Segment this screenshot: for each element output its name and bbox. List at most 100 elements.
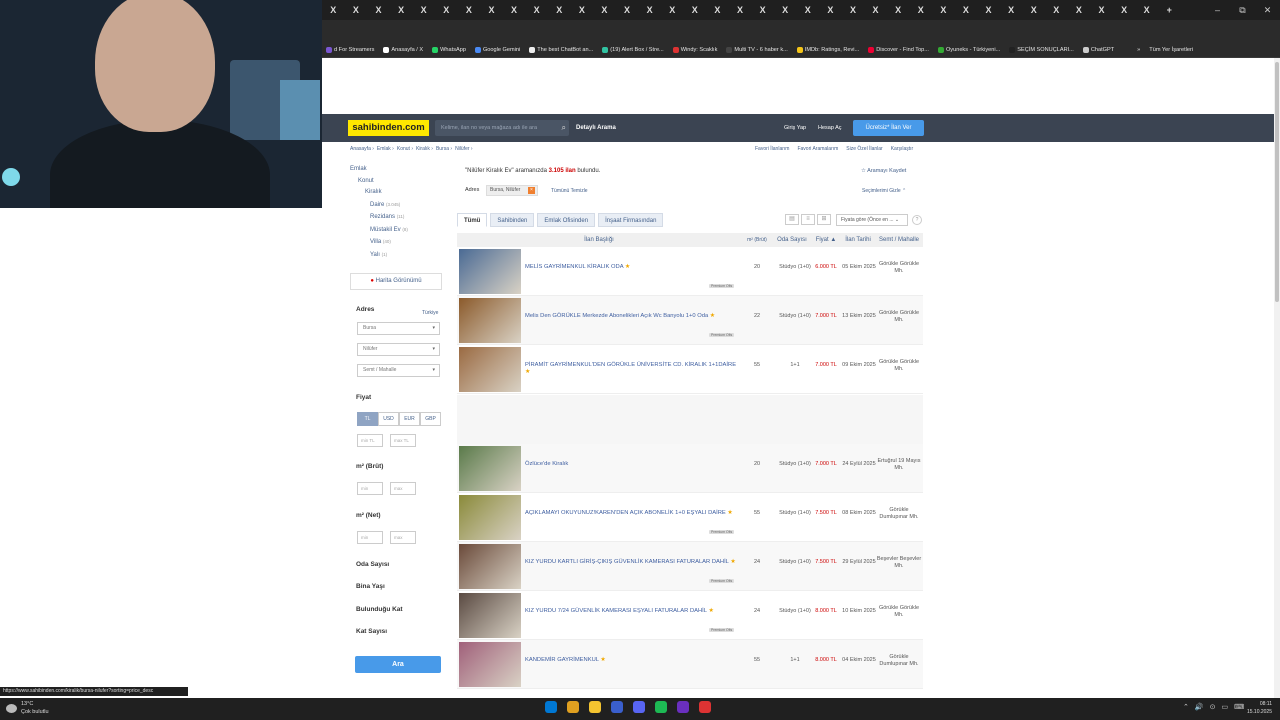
- weather-widget[interactable]: 13°C Çok bulutlu: [6, 700, 49, 716]
- listing-thumbnail[interactable]: [459, 593, 521, 638]
- list-view-icon[interactable]: ▤: [785, 214, 799, 225]
- listing-row[interactable]: Özlüce'de Kiralık 20 Stüdyo (1+0) 7.000 TL 2…: [457, 444, 923, 493]
- browser-tab-close-icon[interactable]: X: [412, 5, 435, 15]
- detailed-search-link[interactable]: Detaylı Arama: [576, 120, 616, 136]
- gross-area-max-input[interactable]: max: [390, 482, 416, 495]
- browser-tab-close-icon[interactable]: X: [1022, 5, 1045, 15]
- browser-tab-close-icon[interactable]: X: [571, 5, 594, 15]
- listing-thumbnail[interactable]: [459, 446, 521, 491]
- browser-tab-close-icon[interactable]: X: [638, 5, 661, 15]
- sidebar-category-item[interactable]: Daire (3.045): [350, 199, 450, 212]
- price-min-input[interactable]: min TL: [357, 434, 383, 447]
- listing-title[interactable]: MELİS GAYRİMENKUL KİRALIK ODA ★: [525, 264, 741, 271]
- col-date[interactable]: İlan Tarihi: [841, 237, 875, 243]
- listing-row[interactable]: KIZ YURDU KARTLI GİRİŞ-ÇIKIŞ GÜVENLİK KA…: [457, 542, 923, 591]
- listing-thumbnail[interactable]: [459, 347, 521, 392]
- district-select[interactable]: Nilüfer: [357, 343, 440, 356]
- listing-thumbnail[interactable]: [459, 544, 521, 589]
- listing-row[interactable]: KANDEMİR GAYRİMENKUL ★ 55 1+1 8.000 TL 04 Ek…: [457, 640, 923, 689]
- post-ad-button[interactable]: Ücretsiz* İlan Ver: [853, 120, 924, 136]
- bookmarks-more-icon[interactable]: »: [1137, 47, 1140, 53]
- sidebar-category-item[interactable]: Emlak: [350, 164, 450, 176]
- browser-tab-close-icon[interactable]: X: [887, 5, 910, 15]
- browser-tab-close-icon[interactable]: X: [503, 5, 526, 15]
- col-title[interactable]: İlan Başlığı: [457, 237, 741, 243]
- scrollbar-thumb[interactable]: [1275, 62, 1279, 302]
- listing-title-text[interactable]: Melis Den GÖRÜKLE Merkezde Abonelikleri …: [525, 313, 708, 319]
- browser-tab-close-icon[interactable]: X: [706, 5, 729, 15]
- sidebar-category-item[interactable]: Müstakil Ev (8): [350, 224, 450, 237]
- browser-tab-close-icon[interactable]: X: [1068, 5, 1091, 15]
- address-filter-chip[interactable]: Bursa, Nilüfer ×: [486, 185, 538, 196]
- login-link[interactable]: Giriş Yap: [784, 120, 806, 136]
- listing-title-text[interactable]: PİRAMİT GAYRİMENKUL'DEN GÖRÜKLE ÜNİVERSİ…: [525, 362, 736, 368]
- tab-construction[interactable]: İnşaat Firmasından: [598, 213, 664, 227]
- taskbar-app-icon[interactable]: [677, 701, 689, 713]
- sidebar-category-item[interactable]: Villa (40): [350, 236, 450, 249]
- country-link[interactable]: Türkiye: [422, 310, 438, 316]
- browser-tab-close-icon[interactable]: X: [458, 5, 481, 15]
- browser-tab-close-icon[interactable]: X: [1135, 5, 1158, 15]
- listing-row[interactable]: AÇIKLAMAYI OKUYUNUZ!KAREN'DEN AÇIK ABONE…: [457, 493, 923, 542]
- browser-tab-close-icon[interactable]: X: [1090, 5, 1113, 15]
- taskbar-app-icon[interactable]: [699, 701, 711, 713]
- browser-tab-close-icon[interactable]: X: [661, 5, 684, 15]
- net-area-min-input[interactable]: min: [357, 531, 383, 544]
- browser-tab-close-icon[interactable]: X: [345, 5, 368, 15]
- listing-title-text[interactable]: KANDEMİR GAYRİMENKUL: [525, 657, 599, 663]
- listing-thumbnail[interactable]: [459, 298, 521, 343]
- tray-icon[interactable]: ⌨: [1234, 703, 1244, 711]
- col-price[interactable]: Fiyat ▲: [811, 237, 841, 243]
- browser-tab-close-icon[interactable]: X: [480, 5, 503, 15]
- browser-tab-close-icon[interactable]: X: [977, 5, 1000, 15]
- chip-remove-icon[interactable]: ×: [528, 187, 535, 194]
- page-scrollbar[interactable]: [1274, 58, 1280, 698]
- listing-row[interactable]: PİRAMİT GAYRİMENKUL'DEN GÖRÜKLE ÜNİVERSİ…: [457, 345, 923, 394]
- net-area-max-input[interactable]: max: [390, 531, 416, 544]
- browser-tab-close-icon[interactable]: X: [729, 5, 752, 15]
- browser-address-bar[interactable]: [322, 20, 1280, 42]
- listing-title-text[interactable]: Özlüce'de Kiralık: [525, 461, 568, 467]
- browser-tab-close-icon[interactable]: X: [932, 5, 955, 15]
- sort-select[interactable]: Fiyata göre (Önce en ... ⌄: [836, 214, 908, 226]
- price-max-input[interactable]: max TL: [390, 434, 416, 447]
- breadcrumb-item[interactable]: Konut ›: [397, 146, 413, 152]
- bookmark-item[interactable]: d For Streamers: [326, 46, 374, 53]
- search-button[interactable]: Ara: [355, 656, 441, 673]
- account-link[interactable]: Karşılaştır: [891, 146, 914, 152]
- province-select[interactable]: Bursa: [357, 322, 440, 335]
- account-link[interactable]: Favori Aramalarım: [797, 146, 838, 152]
- sidebar-category-item[interactable]: Kiralık: [350, 187, 450, 199]
- taskbar-app-icon[interactable]: [567, 701, 579, 713]
- listing-title-text[interactable]: AÇIKLAMAYI OKUYUNUZ!KAREN'DEN AÇIK ABONE…: [525, 510, 726, 516]
- listing-thumbnail[interactable]: [459, 495, 521, 540]
- browser-tab-close-icon[interactable]: X: [955, 5, 978, 15]
- sidebar-category-item[interactable]: Konut: [350, 176, 450, 188]
- bookmark-item[interactable]: Discover - Find Top...: [868, 46, 929, 53]
- browser-tab-close-icon[interactable]: X: [751, 5, 774, 15]
- currency-gbp[interactable]: GBP: [420, 412, 441, 426]
- listing-title-text[interactable]: KIZ YURDU KARTLI GİRİŞ-ÇIKIŞ GÜVENLİK KA…: [525, 559, 729, 565]
- browser-tab-close-icon[interactable]: X: [909, 5, 932, 15]
- listing-title[interactable]: KIZ YURDU KARTLI GİRİŞ-ÇIKIŞ GÜVENLİK KA…: [525, 559, 741, 566]
- all-bookmarks-folder[interactable]: Tüm Yer İşaretleri: [1149, 47, 1193, 53]
- browser-tab-close-icon[interactable]: X: [684, 5, 707, 15]
- col-rooms[interactable]: Oda Sayısı: [773, 237, 811, 243]
- browser-tab-close-icon[interactable]: X: [1000, 5, 1023, 15]
- browser-tab-close-icon[interactable]: X: [322, 5, 345, 15]
- sidebar-category-item[interactable]: Yalı (1): [350, 249, 450, 262]
- browser-tab-close-icon[interactable]: X: [616, 5, 639, 15]
- bookmark-item[interactable]: Anasayfa / X: [383, 46, 423, 53]
- col-m2[interactable]: m² (Brüt): [741, 237, 773, 243]
- bookmark-item[interactable]: IMDb: Ratings, Revi...: [796, 46, 859, 53]
- new-tab-button[interactable]: +: [1158, 5, 1181, 15]
- sidebar-category-item[interactable]: Rezidans (11): [350, 211, 450, 224]
- tray-icon[interactable]: 🔊: [1195, 703, 1204, 711]
- currency-usd[interactable]: USD: [378, 412, 399, 426]
- search-icon[interactable]: ⌕: [562, 120, 566, 136]
- help-icon[interactable]: ?: [912, 215, 922, 225]
- currency-tl[interactable]: TL: [357, 412, 378, 426]
- listing-row[interactable]: MELİS GAYRİMENKUL KİRALIK ODA ★ Premium O…: [457, 247, 923, 296]
- browser-tab-close-icon[interactable]: X: [864, 5, 887, 15]
- browser-tab-close-icon[interactable]: X: [525, 5, 548, 15]
